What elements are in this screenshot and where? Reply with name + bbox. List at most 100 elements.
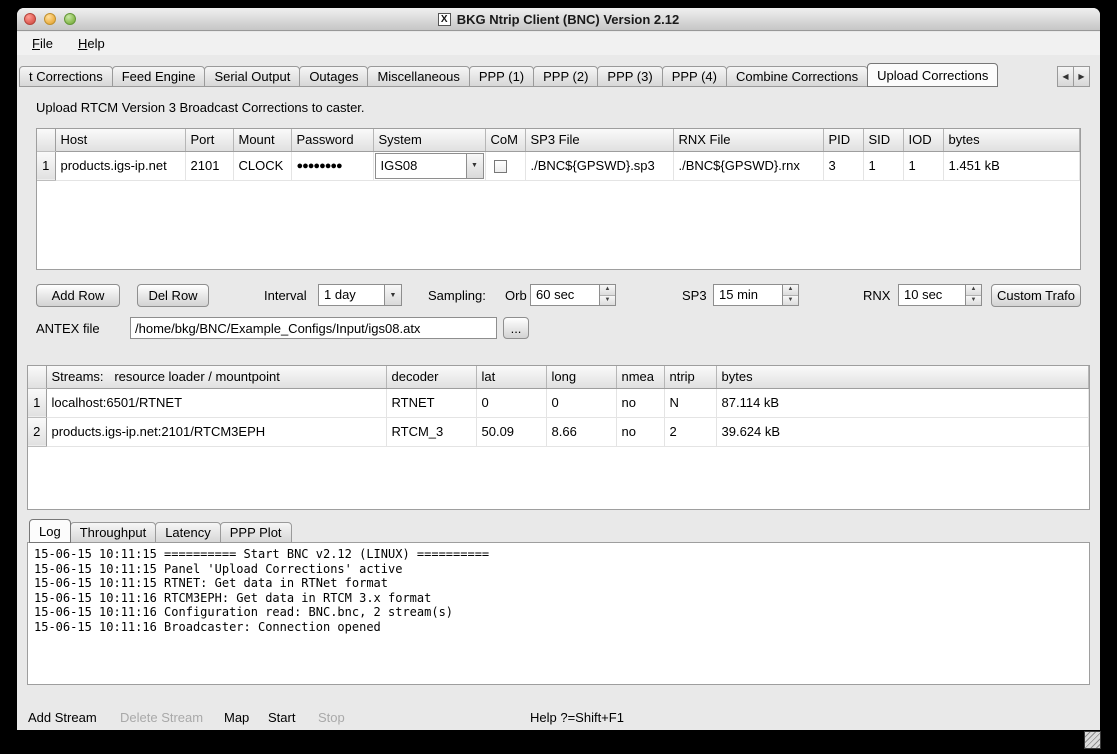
app-window: X BKG Ntrip Client (BNC) Version 2.12 Fi… [17,8,1100,730]
del-row-button[interactable]: Del Row [137,284,209,307]
long-cell[interactable]: 0 [546,388,616,417]
upload-corner-cell [37,129,55,151]
spin-down-icon[interactable]: ▼ [600,296,615,306]
tab-feed-engine[interactable]: Feed Engine [112,66,206,87]
tab-ppp-1[interactable]: PPP (1) [469,66,534,87]
row-number[interactable]: 1 [37,151,55,180]
spin-up-icon[interactable]: ▲ [783,285,798,296]
orb-sampling-spinbox[interactable]: 60 sec ▲ ▼ [530,284,616,306]
add-stream-action[interactable]: Add Stream [28,708,97,728]
title-bar[interactable]: X BKG Ntrip Client (BNC) Version 2.12 [17,8,1100,31]
lat-cell[interactable]: 50.09 [476,417,546,446]
rnx-sampling-spinbox[interactable]: 10 sec ▲ ▼ [898,284,982,306]
tab-ppp-2[interactable]: PPP (2) [533,66,598,87]
ntrip-cell[interactable]: N [664,388,716,417]
custom-trafo-button[interactable]: Custom Trafo [991,284,1081,307]
decoder-cell[interactable]: RTNET [386,388,476,417]
interval-combobox[interactable]: 1 day ▼ [318,284,402,306]
chevron-down-icon[interactable]: ▼ [466,154,483,178]
map-action[interactable]: Map [224,708,249,728]
row-number[interactable]: 1 [28,388,46,417]
pid-cell[interactable]: 3 [823,151,863,180]
menu-file[interactable]: File [27,35,58,52]
col-header-mount: Mount [233,129,291,151]
log-line: 15-06-15 10:11:16 RTCM3EPH: Get data in … [34,591,1083,606]
log-line: 15-06-15 10:11:15 ========== Start BNC v… [34,547,1083,562]
ntrip-cell[interactable]: 2 [664,417,716,446]
tab-scroll-right-icon[interactable]: ▶ [1073,66,1090,87]
chevron-down-icon[interactable]: ▼ [384,285,401,305]
panel-description: Upload RTCM Version 3 Broadcast Correcti… [36,100,365,115]
long-cell[interactable]: 8.66 [546,417,616,446]
spin-up-icon[interactable]: ▲ [600,285,615,296]
nmea-cell[interactable]: no [616,417,664,446]
col-header-bytes: bytes [943,129,1080,151]
orb-sampling-value: 60 sec [531,285,599,305]
tab-upload-corrections[interactable]: Upload Corrections [867,63,998,87]
col-header-ntrip: ntrip [664,366,716,388]
system-combobox-value: IGS08 [376,154,466,178]
mount-cell[interactable]: CLOCK [233,151,291,180]
col-header-host: Host [55,129,185,151]
sid-cell[interactable]: 1 [863,151,903,180]
upload-table-row: 1 products.igs-ip.net 2101 CLOCK ●●●●●●●… [37,151,1080,180]
spin-down-icon[interactable]: ▼ [966,296,981,306]
decoder-cell[interactable]: RTCM_3 [386,417,476,446]
col-header-mountpoint: Streams: resource loader / mountpoint [46,366,386,388]
tab-combine-corrections[interactable]: Combine Corrections [726,66,868,87]
add-row-button[interactable]: Add Row [36,284,120,307]
sp3-sampling-value: 15 min [714,285,782,305]
upload-table: Host Port Mount Password System CoM SP3 … [36,128,1081,270]
spin-buttons: ▲ ▼ [782,285,798,305]
iod-cell[interactable]: 1 [903,151,943,180]
tab-broadcast-corrections[interactable]: t Corrections [19,66,113,87]
resize-grip[interactable] [1084,731,1101,749]
row-number[interactable]: 2 [28,417,46,446]
system-cell: IGS08 ▼ [373,151,485,180]
log-line: 15-06-15 10:11:15 Panel 'Upload Correcti… [34,562,1083,577]
col-header-long: long [546,366,616,388]
stop-action[interactable]: Stop [318,708,345,728]
antex-file-label: ANTEX file [36,317,100,340]
stream-row[interactable]: 2 products.igs-ip.net:2101/RTCM3EPH RTCM… [28,417,1089,446]
spin-buttons: ▲ ▼ [599,285,615,305]
log-output[interactable]: 15-06-15 10:11:15 ========== Start BNC v… [27,542,1090,685]
host-cell[interactable]: products.igs-ip.net [55,151,185,180]
bytes-cell: 87.114 kB [716,388,1089,417]
log-line: 15-06-15 10:11:16 Broadcaster: Connectio… [34,620,1083,635]
sp3-file-cell[interactable]: ./BNC${GPSWD}.sp3 [525,151,673,180]
com-checkbox[interactable] [494,160,507,173]
start-action[interactable]: Start [268,708,295,728]
tab-latency[interactable]: Latency [155,522,221,543]
streams-corner-cell [28,366,46,388]
mountpoint-cell[interactable]: localhost:6501/RTNET [46,388,386,417]
spin-down-icon[interactable]: ▼ [783,296,798,306]
port-cell[interactable]: 2101 [185,151,233,180]
spin-up-icon[interactable]: ▲ [966,285,981,296]
tab-log[interactable]: Log [29,519,71,543]
antex-browse-button[interactable]: ... [503,317,529,339]
tab-throughput[interactable]: Throughput [70,522,157,543]
menu-help[interactable]: Help [73,35,110,52]
delete-stream-action[interactable]: Delete Stream [120,708,203,728]
mountpoint-cell[interactable]: products.igs-ip.net:2101/RTCM3EPH [46,417,386,446]
nmea-cell[interactable]: no [616,388,664,417]
tab-miscellaneous[interactable]: Miscellaneous [367,66,469,87]
bytes-cell: 1.451 kB [943,151,1080,180]
tab-outages[interactable]: Outages [299,66,368,87]
spin-buttons: ▲ ▼ [965,285,981,305]
tab-ppp-4[interactable]: PPP (4) [662,66,727,87]
tab-scroll-left-icon[interactable]: ◀ [1057,66,1074,87]
system-combobox[interactable]: IGS08 ▼ [375,153,484,179]
password-cell[interactable]: ●●●●●●●● [291,151,373,180]
antex-file-input[interactable] [130,317,497,339]
tab-ppp-3[interactable]: PPP (3) [597,66,662,87]
sp3-sampling-spinbox[interactable]: 15 min ▲ ▼ [713,284,799,306]
stream-row[interactable]: 1 localhost:6501/RTNET RTNET 0 0 no N 87… [28,388,1089,417]
lat-cell[interactable]: 0 [476,388,546,417]
col-header-bytes: bytes [716,366,1089,388]
rnx-file-cell[interactable]: ./BNC${GPSWD}.rnx [673,151,823,180]
main-tab-bar: t Corrections Feed Engine Serial Output … [19,63,1090,87]
tab-serial-output[interactable]: Serial Output [204,66,300,87]
tab-ppp-plot[interactable]: PPP Plot [220,522,292,543]
